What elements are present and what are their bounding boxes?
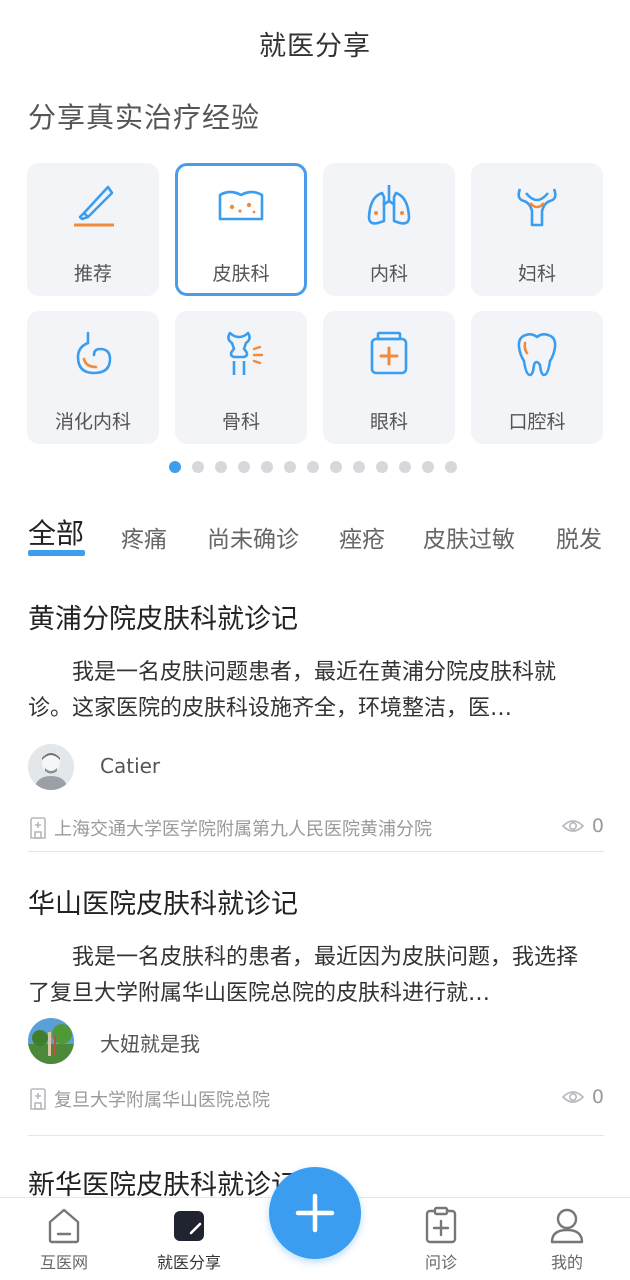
category-label: 骨科	[221, 411, 260, 433]
page-title: 就医分享	[259, 31, 371, 62]
nav-label: 就医分享	[156, 1253, 221, 1272]
medicine-box-icon	[370, 331, 408, 375]
uterus-icon	[517, 188, 557, 227]
default-avatar-icon	[28, 744, 74, 790]
pager-dot[interactable]	[238, 461, 250, 473]
pager-dot[interactable]	[284, 461, 296, 473]
tab-acne[interactable]: 痤疮	[339, 520, 385, 554]
hospital-name: 复旦大学附属华山医院总院	[54, 1090, 270, 1111]
category-label: 眼科	[369, 411, 408, 433]
divider	[28, 1135, 604, 1136]
skin-icon	[218, 190, 264, 221]
pager-dot[interactable]	[376, 461, 388, 473]
avatar	[28, 744, 74, 790]
nav-label: 互医网	[39, 1253, 88, 1272]
pager-dot[interactable]	[307, 461, 319, 473]
home-icon	[48, 1208, 80, 1244]
category-ophthalmology[interactable]: 眼科	[323, 311, 455, 444]
pager-dot[interactable]	[330, 461, 342, 473]
note-icon	[174, 1211, 204, 1241]
pager-dot[interactable]	[422, 461, 434, 473]
author-name: Catier	[100, 754, 161, 778]
stomach-icon	[76, 331, 112, 375]
user-icon	[550, 1208, 584, 1244]
category-dermatology[interactable]: 皮肤科	[175, 163, 307, 296]
author-name: 大妞就是我	[100, 1032, 200, 1056]
divider	[28, 851, 604, 852]
pager-dot[interactable]	[169, 461, 181, 473]
pager-dot[interactable]	[353, 461, 365, 473]
nav-label: 我的	[550, 1253, 583, 1272]
eye-icon	[562, 820, 584, 832]
avatar	[28, 1018, 74, 1064]
category-label: 推荐	[73, 263, 112, 285]
lungs-icon	[367, 185, 411, 225]
pager-dot[interactable]	[192, 461, 204, 473]
nav-home[interactable]: 互医网	[19, 1206, 109, 1273]
category-label: 妇科	[517, 263, 556, 285]
nav-share[interactable]: 就医分享	[144, 1206, 234, 1273]
post-author[interactable]: Catier	[28, 744, 588, 792]
post-title: 新华医院皮肤科就诊记	[28, 1170, 298, 1197]
view-count: 0	[591, 1086, 604, 1108]
bone-joint-icon	[227, 331, 264, 375]
tab-active-indicator	[28, 550, 85, 556]
view-count: 0	[591, 815, 604, 837]
clipboard-plus-icon	[425, 1206, 457, 1244]
nav-label: 问诊	[424, 1253, 457, 1272]
category-label: 内科	[369, 263, 408, 285]
nav-profile[interactable]: 我的	[522, 1206, 612, 1273]
category-recommend[interactable]: 推荐	[27, 163, 159, 296]
post-title: 华山医院皮肤科就诊记	[28, 889, 298, 920]
section-title: 分享真实治疗经验	[28, 101, 261, 134]
top-bar: 就医分享	[0, 0, 630, 84]
category-grid: 推荐 皮肤科 内科 妇科 消化内科 骨科 眼科 口腔科	[27, 163, 605, 447]
tab-hair-loss[interactable]: 脱发	[556, 520, 602, 554]
pager-dot[interactable]	[215, 461, 227, 473]
post-excerpt: 我是一名皮肤问题患者，最近在黄浦分院皮肤科就诊。这家医院的皮肤科设施齐全，环境整…	[28, 660, 557, 721]
carousel-pager	[169, 460, 469, 474]
category-gynecology[interactable]: 妇科	[471, 163, 603, 296]
pager-dot[interactable]	[399, 461, 411, 473]
tooth-icon	[517, 333, 557, 377]
pager-dot[interactable]	[261, 461, 273, 473]
tab-skin-allergy[interactable]: 皮肤过敏	[423, 520, 515, 554]
hospital-name: 上海交通大学医学院附属第九人民医院黄浦分院	[54, 819, 432, 840]
category-label: 消化内科	[54, 411, 131, 433]
nav-consult[interactable]: 问诊	[396, 1206, 486, 1273]
category-internal-medicine[interactable]: 内科	[323, 163, 455, 296]
tab-pain[interactable]: 疼痛	[121, 520, 167, 554]
category-label: 口腔科	[508, 411, 566, 433]
category-orthopedics[interactable]: 骨科	[175, 311, 307, 444]
category-dental[interactable]: 口腔科	[471, 311, 603, 444]
filter-tabs: 全部 疼痛 尚未确诊 痤疮 皮肤过敏 脱发	[0, 508, 630, 558]
post-meta: 上海交通大学医学院附属第九人民医院黄浦分院 0	[28, 815, 604, 841]
category-label: 皮肤科	[212, 263, 270, 285]
post-author[interactable]: 大妞就是我	[28, 1018, 588, 1066]
plus-icon	[295, 1193, 335, 1233]
pager-dot[interactable]	[445, 461, 457, 473]
post-meta: 复旦大学附属华山医院总院 0	[28, 1086, 604, 1112]
hospital-icon	[30, 1088, 46, 1110]
tab-undiagnosed[interactable]: 尚未确诊	[207, 520, 299, 554]
post-excerpt: 我是一名皮肤科的患者，最近因为皮肤问题，我选择了复旦大学附属华山医院总院的皮肤科…	[28, 945, 579, 1006]
eye-icon	[562, 1091, 584, 1103]
hospital-icon	[30, 817, 46, 839]
post-card[interactable]: 华山医院皮肤科就诊记 我是一名皮肤科的患者，最近因为皮肤问题，我选择了复旦大学附…	[28, 882, 604, 1132]
landscape-avatar-icon	[28, 1018, 74, 1064]
tab-all[interactable]: 全部	[28, 512, 84, 552]
add-post-button[interactable]	[269, 1167, 361, 1259]
scalpel-icon	[74, 185, 114, 227]
post-card[interactable]: 黄浦分院皮肤科就诊记 我是一名皮肤问题患者，最近在黄浦分院皮肤科就诊。这家医院的…	[28, 597, 604, 847]
post-title: 黄浦分院皮肤科就诊记	[28, 604, 298, 635]
category-gastroenterology[interactable]: 消化内科	[27, 311, 159, 444]
